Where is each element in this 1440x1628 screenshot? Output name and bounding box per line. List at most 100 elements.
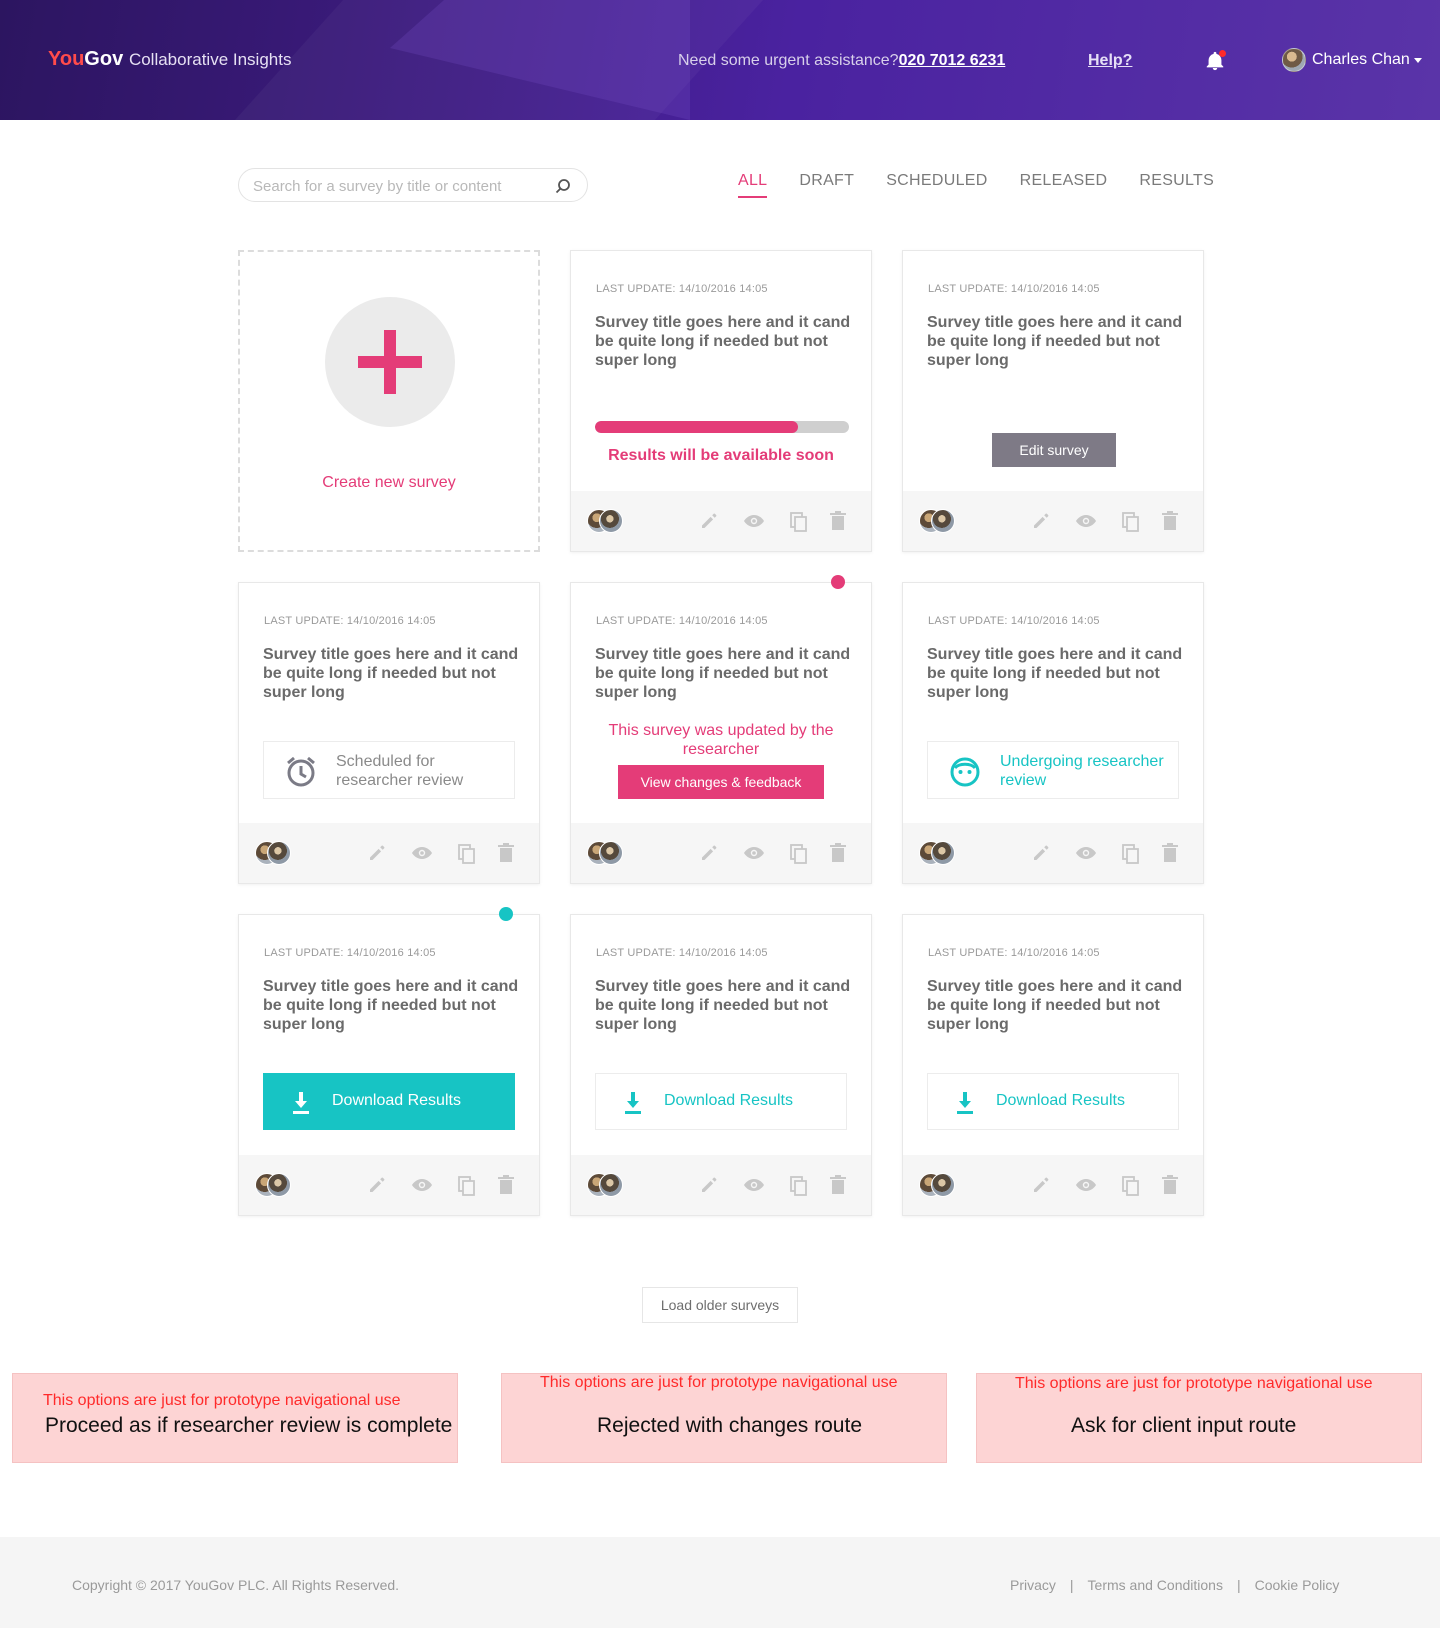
terms-link[interactable]: Terms and Conditions [1088,1577,1223,1593]
download-label: Download Results [332,1092,461,1109]
collaborator-avatars[interactable] [587,509,623,533]
copy-icon[interactable] [457,1175,477,1196]
status-tabs: ALL DRAFT SCHEDULED RELEASED RESULTS [738,172,1246,198]
edit-icon[interactable] [367,843,387,863]
download-icon [293,1092,309,1114]
eye-icon[interactable] [1075,511,1096,531]
collaborator-avatars[interactable] [587,1173,623,1197]
last-update: LAST UPDATE: 14/10/2016 14:05 [596,283,768,295]
copy-icon[interactable] [789,511,809,532]
download-label: Download Results [664,1092,793,1109]
assistance-phone-link[interactable]: 020 7012 6231 [899,52,1006,69]
copy-icon[interactable] [1121,511,1141,532]
search-input[interactable] [253,175,543,197]
survey-title[interactable]: Survey title goes here and it cand be qu… [595,313,851,370]
edit-icon[interactable] [1031,1175,1051,1195]
updated-notice: This survey was updated by the researche… [608,722,834,758]
copy-icon[interactable] [457,843,477,864]
eye-icon[interactable] [743,1175,764,1195]
survey-title[interactable]: Survey title goes here and it cand be qu… [595,977,851,1034]
prototype-action: Ask for client input route [1071,1414,1297,1437]
prototype-action: Rejected with changes route [597,1414,862,1437]
survey-title[interactable]: Survey title goes here and it cand be qu… [263,645,519,702]
user-menu[interactable]: Charles Chan [1282,48,1422,72]
download-label: Download Results [996,1092,1125,1109]
plus-bar-vertical [384,330,396,394]
edit-icon[interactable] [367,1175,387,1195]
top-header: YouGov Collaborative Insights Need some … [0,0,1440,120]
download-results-button[interactable]: Download Results [595,1073,847,1130]
copy-icon[interactable] [789,843,809,864]
tab-released[interactable]: RELEASED [1020,172,1108,198]
survey-title[interactable]: Survey title goes here and it cand be qu… [927,977,1183,1034]
collaborator-avatars[interactable] [255,841,291,865]
tab-scheduled[interactable]: SCHEDULED [886,172,987,198]
trash-icon[interactable] [497,1175,517,1195]
face-icon [950,757,980,787]
download-results-button[interactable]: Download Results [927,1073,1179,1130]
create-survey-card[interactable]: Create new survey [238,250,540,552]
eye-icon[interactable] [1075,843,1096,863]
collaborator-avatars[interactable] [919,509,955,533]
trash-icon[interactable] [829,843,849,863]
edit-icon[interactable] [699,843,719,863]
trash-icon[interactable] [1161,1175,1181,1195]
load-older-surveys-button[interactable]: Load older surveys [642,1287,798,1323]
plus-icon[interactable] [325,297,455,427]
eye-icon[interactable] [1075,1175,1096,1195]
app-logo[interactable]: YouGov Collaborative Insights [48,48,291,71]
collaborator-avatars[interactable] [587,841,623,865]
trash-icon[interactable] [497,843,517,863]
tab-draft[interactable]: DRAFT [799,172,854,198]
status-text: Undergoing researcher review [1000,753,1164,789]
eye-icon[interactable] [411,1175,432,1195]
collaborator-avatars[interactable] [255,1173,291,1197]
eye-icon[interactable] [743,511,764,531]
survey-title[interactable]: Survey title goes here and it cand be qu… [927,313,1183,370]
card-footer [239,1155,539,1215]
avatar [1282,48,1306,72]
results-progress-bar [595,421,849,433]
edit-survey-button[interactable]: Edit survey [992,433,1116,467]
download-results-button[interactable]: Download Results [263,1073,515,1130]
edit-icon[interactable] [699,511,719,531]
copy-icon[interactable] [789,1175,809,1196]
eye-icon[interactable] [411,843,432,863]
edit-icon[interactable] [699,1175,719,1195]
edit-icon[interactable] [1031,511,1051,531]
copy-icon[interactable] [1121,843,1141,864]
cookie-policy-link[interactable]: Cookie Policy [1255,1577,1340,1593]
survey-card: LAST UPDATE: 14/10/2016 14:05 Survey tit… [238,907,540,1216]
view-changes-button[interactable]: View changes & feedback [618,765,824,799]
trash-icon[interactable] [829,511,849,531]
survey-title[interactable]: Survey title goes here and it cand be qu… [595,645,851,702]
prototype-option-review-complete[interactable]: This options are just for prototype navi… [12,1373,458,1463]
collaborator-avatars[interactable] [919,841,955,865]
help-link[interactable]: Help? [1088,52,1132,70]
survey-card: LAST UPDATE: 14/10/2016 14:05 Survey tit… [570,914,872,1216]
notifications-bell[interactable] [1204,50,1226,72]
alarm-clock-icon [287,756,315,787]
trash-icon[interactable] [829,1175,849,1195]
prototype-option-client-input[interactable]: This options are just for prototype navi… [976,1373,1422,1463]
privacy-link[interactable]: Privacy [1010,1577,1056,1593]
status-text: Scheduled for researcher review [336,753,464,789]
tab-all[interactable]: ALL [738,172,768,198]
search-icon[interactable] [555,178,571,194]
prototype-option-rejected[interactable]: This options are just for prototype navi… [501,1373,947,1463]
tab-results[interactable]: RESULTS [1139,172,1214,198]
update-indicator-dot [831,575,845,589]
edit-icon[interactable] [1031,843,1051,863]
avatar [599,509,623,533]
create-survey-label[interactable]: Create new survey [240,474,538,492]
avatar [599,841,623,865]
footer-separator: | [1236,1577,1241,1593]
survey-title[interactable]: Survey title goes here and it cand be qu… [927,645,1183,702]
card-footer [903,823,1203,883]
survey-title[interactable]: Survey title goes here and it cand be qu… [263,977,519,1034]
copy-icon[interactable] [1121,1175,1141,1196]
eye-icon[interactable] [743,843,764,863]
collaborator-avatars[interactable] [919,1173,955,1197]
trash-icon[interactable] [1161,511,1181,531]
trash-icon[interactable] [1161,843,1181,863]
